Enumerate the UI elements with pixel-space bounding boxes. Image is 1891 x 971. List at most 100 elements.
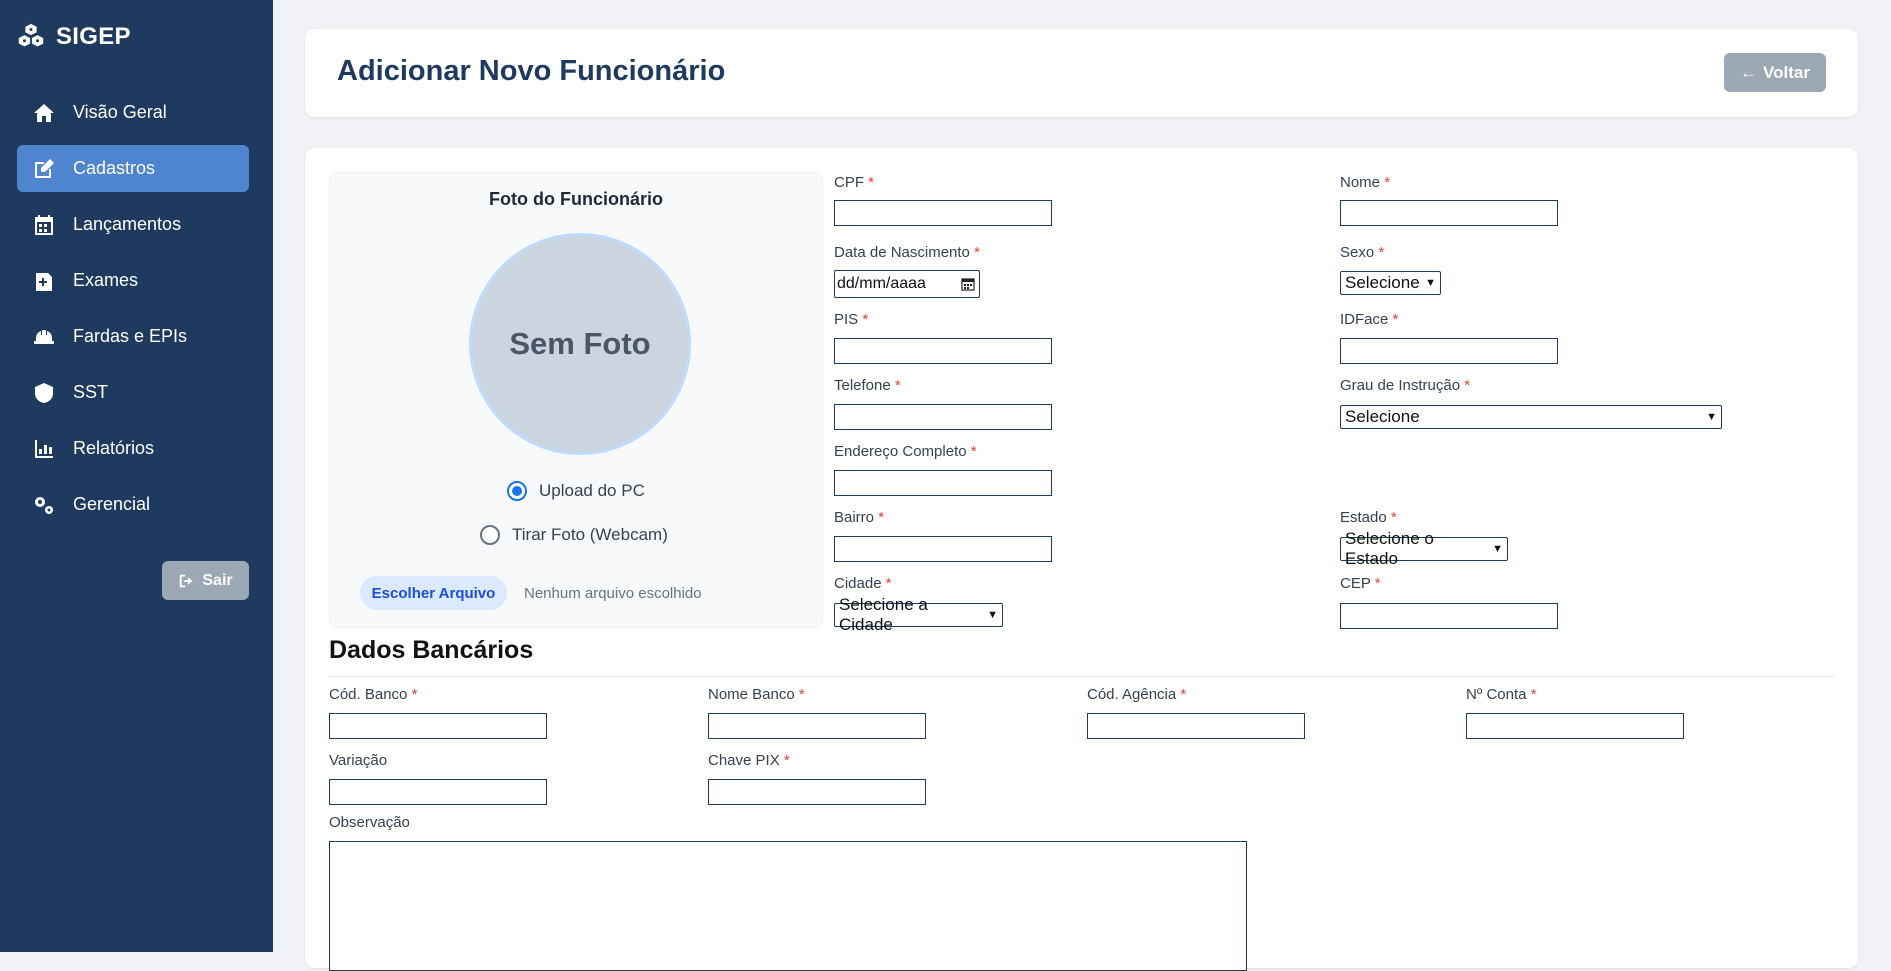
nome-banco-input[interactable]: [708, 713, 926, 739]
shield-icon: [31, 381, 57, 405]
bairro-input[interactable]: [834, 536, 1052, 562]
sidebar-item-label: Lançamentos: [73, 214, 182, 234]
sexo-selected: Selecione: [1345, 273, 1420, 292]
nome-input[interactable]: [1340, 200, 1558, 226]
grau-label: Grau de Instrução *: [1340, 377, 1471, 394]
chevron-down-icon: ▼: [1706, 411, 1717, 423]
sidebar-item-fardas-epis[interactable]: Fardas e EPIs: [17, 313, 249, 360]
sidebar-item-visao-geral[interactable]: Visão Geral: [17, 89, 249, 136]
chave-pix-input[interactable]: [708, 779, 926, 805]
sidebar-item-gerencial[interactable]: Gerencial: [17, 481, 249, 528]
cidade-select[interactable]: Selecione a Cidade ▼: [834, 595, 1003, 634]
observacao-label: Observação: [329, 814, 410, 831]
chart-icon: [31, 437, 57, 461]
cod-banco-input[interactable]: [329, 713, 547, 739]
home-icon: [31, 101, 57, 125]
variacao-input[interactable]: [329, 779, 547, 805]
radio-webcam-control[interactable]: [480, 525, 500, 545]
telefone-input[interactable]: [834, 404, 1052, 430]
nascimento-label: Data de Nascimento *: [834, 244, 980, 261]
nome-label: Nome *: [1340, 174, 1391, 191]
chevron-down-icon: ▼: [1425, 277, 1436, 289]
sidebar-item-sst[interactable]: SST: [17, 369, 249, 416]
nascimento-placeholder: dd/mm/aaaa: [837, 275, 926, 292]
cod-agencia-input[interactable]: [1087, 713, 1305, 739]
idface-label: IDFace *: [1340, 311, 1399, 328]
chevron-down-icon: ▼: [987, 609, 998, 621]
employee-form: Foto do Funcionário Sem Foto Upload do P…: [305, 148, 1858, 971]
sidebar-item-label: Exames: [73, 270, 139, 290]
brand-name: SIGEP: [56, 23, 131, 50]
sidebar-item-label: SST: [73, 382, 109, 402]
radio-upload-control[interactable]: [507, 481, 527, 501]
variacao-label: Variação: [329, 752, 388, 769]
chevron-down-icon: ▼: [1492, 543, 1503, 555]
logout-label: Sair: [202, 571, 233, 589]
grau-selected: Selecione: [1345, 407, 1420, 426]
nascimento-input[interactable]: dd/mm/aaaa: [834, 270, 980, 298]
nome-banco-label: Nome Banco *: [708, 686, 805, 703]
sexo-select[interactable]: Selecione ▼: [1340, 271, 1441, 295]
gears-icon: [31, 493, 57, 517]
radio-webcam-label: Tirar Foto (Webcam): [512, 525, 668, 544]
estado-label: Estado *: [1340, 509, 1397, 526]
cod-banco-label: Cód. Banco *: [329, 686, 418, 703]
file-status: Nenhum arquivo escolhido: [524, 585, 702, 602]
sidebar-item-relatorios[interactable]: Relatórios: [17, 425, 249, 472]
radio-upload[interactable]: Upload do PC: [507, 481, 645, 501]
endereco-label: Endereço Completo *: [834, 443, 977, 460]
telefone-label: Telefone *: [834, 377, 901, 394]
photo-panel: Foto do Funcionário Sem Foto Upload do P…: [329, 172, 823, 628]
cep-input[interactable]: [1340, 603, 1558, 629]
estado-select[interactable]: Selecione o Estado ▼: [1340, 529, 1508, 568]
hard-hat-icon: [31, 325, 57, 349]
sidebar-item-exames[interactable]: Exames: [17, 257, 249, 304]
section-divider: [329, 676, 1834, 677]
cpf-input[interactable]: [834, 200, 1052, 226]
sexo-label: Sexo *: [1340, 244, 1385, 261]
edit-icon: [31, 157, 57, 181]
back-label: Voltar: [1763, 62, 1810, 82]
radio-webcam[interactable]: Tirar Foto (Webcam): [480, 525, 668, 545]
cidade-label: Cidade *: [834, 575, 892, 592]
bank-section-title: Dados Bancários: [329, 636, 534, 664]
sidebar-item-lancamentos[interactable]: Lançamentos: [17, 201, 249, 248]
cep-label: CEP *: [1340, 575, 1381, 592]
chave-pix-label: Chave PIX *: [708, 752, 790, 769]
num-conta-label: Nº Conta *: [1466, 686, 1537, 703]
calendar-picker-icon[interactable]: [961, 277, 975, 291]
sidebar: SIGEP Visão Geral Cadastros Lançamentos …: [0, 0, 273, 952]
sidebar-item-label: Cadastros: [73, 158, 156, 178]
grau-select[interactable]: Selecione ▼: [1340, 405, 1722, 429]
medical-file-icon: [31, 269, 57, 293]
cod-agencia-label: Cód. Agência *: [1087, 686, 1187, 703]
arrow-left-icon: ←: [1740, 62, 1758, 82]
sidebar-item-label: Visão Geral: [73, 102, 167, 122]
bairro-label: Bairro *: [834, 509, 885, 526]
brand[interactable]: SIGEP: [16, 22, 131, 52]
photo-title: Foto do Funcionário: [489, 189, 663, 209]
num-conta-input[interactable]: [1466, 713, 1684, 739]
estado-selected: Selecione o Estado: [1345, 529, 1434, 568]
sign-out-icon: [180, 574, 193, 587]
cubes-icon: [18, 23, 44, 47]
page-title: Adicionar Novo Funcionário: [337, 55, 726, 87]
radio-upload-label: Upload do PC: [539, 481, 645, 500]
sidebar-item-label: Relatórios: [73, 438, 155, 458]
endereco-input[interactable]: [834, 470, 1052, 496]
cidade-selected: Selecione a Cidade: [839, 595, 928, 634]
sidebar-item-label: Gerencial: [73, 494, 151, 514]
pis-input[interactable]: [834, 338, 1052, 364]
sidebar-nav: Visão Geral Cadastros Lançamentos Exames…: [17, 89, 249, 537]
idface-input[interactable]: [1340, 338, 1558, 364]
photo-placeholder-text: Sem Foto: [509, 326, 651, 361]
header-card: Adicionar Novo Funcionário ← Voltar: [305, 29, 1858, 117]
calendar-icon: [31, 213, 57, 237]
choose-file-button[interactable]: Escolher Arquivo: [360, 576, 507, 610]
logout-button[interactable]: Sair: [162, 561, 249, 600]
photo-placeholder: Sem Foto: [469, 233, 691, 455]
pis-label: PIS *: [834, 311, 869, 328]
sidebar-item-label: Fardas e EPIs: [73, 326, 188, 346]
back-button[interactable]: ← Voltar: [1724, 53, 1826, 92]
sidebar-item-cadastros[interactable]: Cadastros: [17, 145, 249, 192]
